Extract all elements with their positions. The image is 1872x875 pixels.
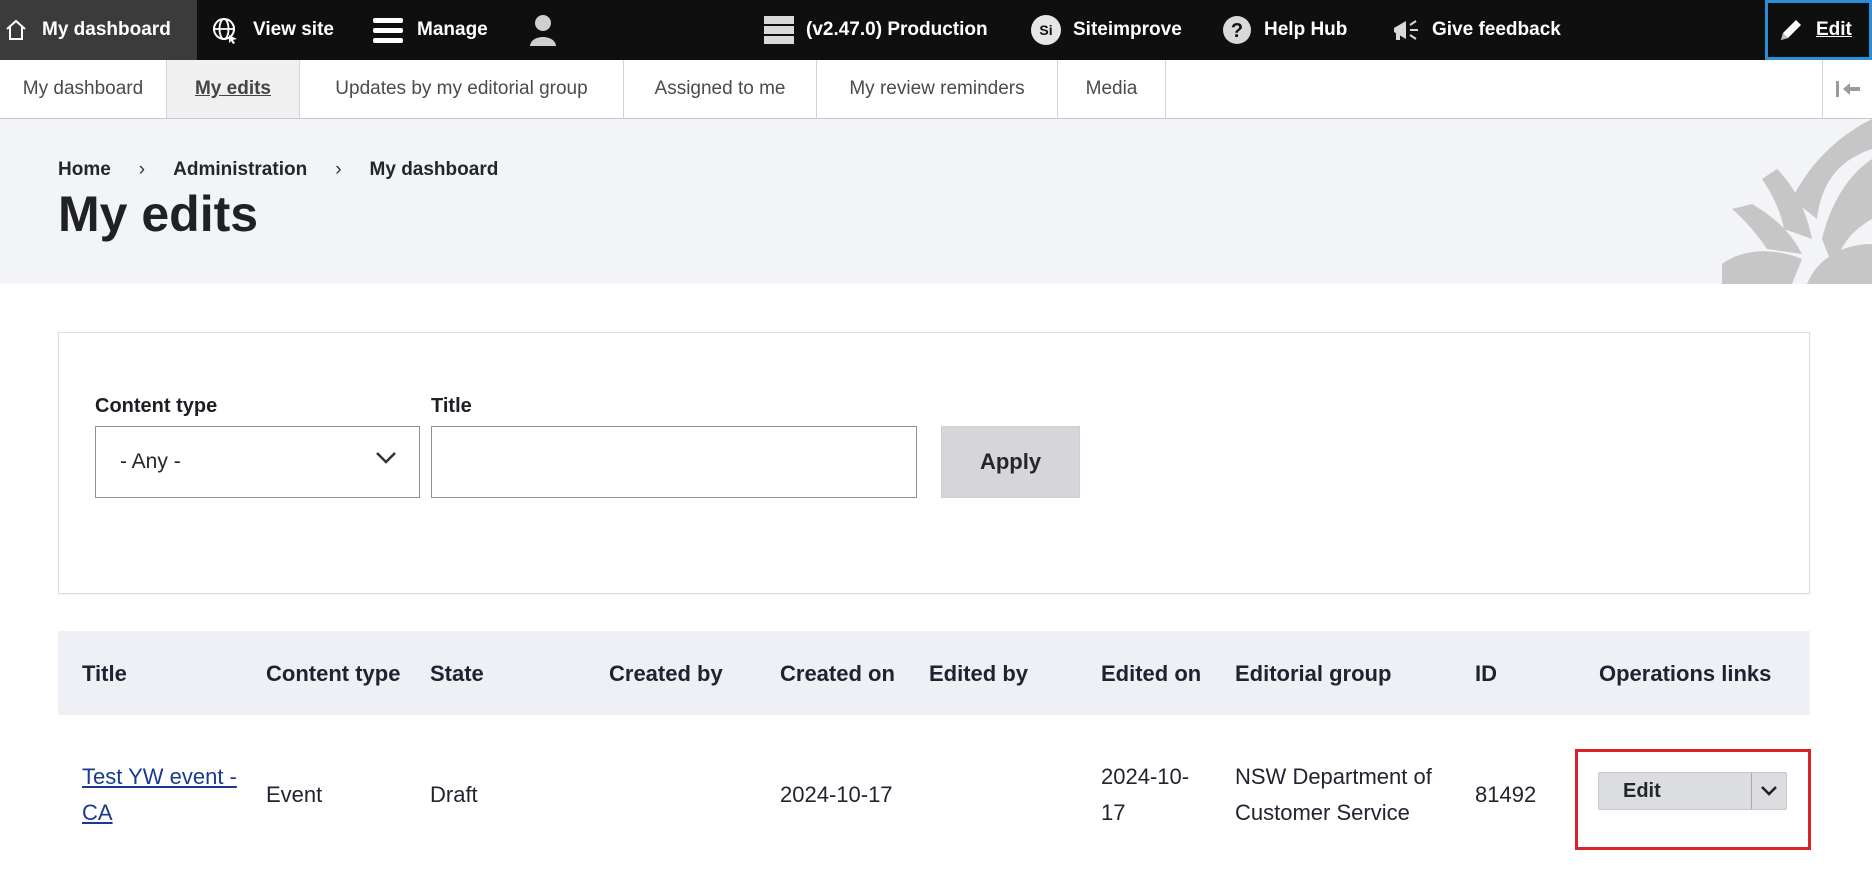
cell-edited-by bbox=[929, 715, 1089, 875]
server-icon bbox=[764, 16, 794, 44]
toolbar-give-feedback[interactable]: Give feedback bbox=[1392, 0, 1561, 60]
cell-created-by bbox=[609, 715, 739, 875]
toolbar-environment-label: (v2.47.0) Production bbox=[806, 19, 988, 40]
toolbar-user[interactable] bbox=[528, 0, 558, 60]
breadcrumb-administration[interactable]: Administration bbox=[173, 159, 307, 181]
chevron-down-icon bbox=[376, 452, 396, 464]
cell-content-type: Event bbox=[266, 782, 323, 807]
tray-collapse-button[interactable] bbox=[1822, 60, 1872, 118]
table-header-row: Title Content type State Created by Crea… bbox=[58, 631, 1810, 715]
cell-editorial-group: NSW Department of Customer Service bbox=[1235, 764, 1432, 825]
toolbar-siteimprove-label: Siteimprove bbox=[1073, 19, 1182, 40]
toolbar-environment[interactable]: (v2.47.0) Production bbox=[764, 0, 988, 60]
page-header: Home › Administration › My dashboard My … bbox=[0, 119, 1872, 284]
toolbar-manage-label: Manage bbox=[417, 19, 488, 40]
column-header-state[interactable]: State bbox=[430, 631, 590, 715]
toolbar-help-hub-label: Help Hub bbox=[1264, 19, 1348, 40]
edit-operation-button[interactable]: Edit bbox=[1599, 773, 1752, 809]
cell-id: 81492 bbox=[1475, 782, 1537, 807]
toolbar-my-dashboard[interactable]: My dashboard bbox=[0, 0, 197, 60]
column-header-content-type[interactable]: Content type bbox=[266, 631, 416, 715]
toolbar-give-feedback-label: Give feedback bbox=[1432, 19, 1561, 40]
toolbar-tray: My dashboard My edits Updates by my edit… bbox=[0, 60, 1872, 119]
tray-tab-assigned-to-me[interactable]: Assigned to me bbox=[624, 60, 817, 118]
operations-dropbutton: Edit bbox=[1598, 772, 1787, 810]
column-header-edited-by[interactable]: Edited by bbox=[929, 631, 1089, 715]
tray-tab-my-edits[interactable]: My edits bbox=[167, 60, 300, 118]
toolbar-siteimprove[interactable]: Si Siteimprove bbox=[1031, 0, 1182, 60]
column-header-edited-on[interactable]: Edited on bbox=[1101, 631, 1211, 715]
tray-tab-editorial-group-updates[interactable]: Updates by my editorial group bbox=[300, 60, 624, 118]
toolbar-edit-label: Edit bbox=[1816, 19, 1852, 40]
exposed-filters-form: Content type - Any - Title Apply bbox=[58, 332, 1810, 594]
admin-toolbar: My dashboard View site Manage (v2.47.0) … bbox=[0, 0, 1872, 60]
megaphone-icon bbox=[1394, 20, 1418, 40]
column-header-created-by[interactable]: Created by bbox=[609, 631, 739, 715]
toolbar-view-site-label: View site bbox=[253, 19, 334, 40]
globe-icon bbox=[213, 18, 237, 44]
siteimprove-icon: Si bbox=[1031, 15, 1061, 45]
column-header-operations: Operations links bbox=[1599, 660, 1772, 686]
breadcrumb-my-dashboard[interactable]: My dashboard bbox=[370, 159, 499, 181]
tray-tab-my-dashboard[interactable]: My dashboard bbox=[0, 60, 167, 118]
content-title-link[interactable]: Test YW event - CA bbox=[82, 759, 252, 831]
content-type-selected-value: - Any - bbox=[120, 450, 181, 473]
tray-tab-media[interactable]: Media bbox=[1058, 60, 1166, 118]
svg-text:?: ? bbox=[1231, 20, 1243, 42]
waratah-logo-icon bbox=[1722, 119, 1872, 284]
cell-title: Test YW event - CA bbox=[82, 715, 252, 875]
title-filter-input[interactable] bbox=[431, 426, 917, 498]
toolbar-help-hub[interactable]: ? Help Hub bbox=[1222, 0, 1347, 60]
breadcrumb: Home › Administration › My dashboard bbox=[58, 159, 498, 181]
home-icon bbox=[6, 19, 26, 40]
toolbar-manage[interactable]: Manage bbox=[373, 0, 488, 60]
content-type-label: Content type bbox=[95, 395, 218, 417]
toolbar-my-dashboard-label: My dashboard bbox=[42, 19, 171, 40]
cell-edited-on: 2024-10-17 bbox=[1101, 764, 1190, 825]
breadcrumb-separator-icon: › bbox=[335, 159, 342, 180]
column-header-created-on[interactable]: Created on bbox=[780, 631, 920, 715]
tray-tab-review-reminders[interactable]: My review reminders bbox=[817, 60, 1058, 118]
table-row: Test YW event - CA Event Draft 2024-10-1… bbox=[58, 715, 1811, 875]
collapse-left-icon bbox=[1835, 81, 1860, 97]
content-type-select[interactable]: - Any - bbox=[95, 426, 420, 498]
breadcrumb-home[interactable]: Home bbox=[58, 159, 111, 181]
cell-created-on: 2024-10-17 bbox=[780, 782, 893, 807]
user-icon bbox=[530, 15, 556, 46]
toolbar-edit-button[interactable]: Edit bbox=[1765, 0, 1872, 60]
column-header-editorial-group[interactable]: Editorial group bbox=[1235, 631, 1445, 715]
pencil-icon bbox=[1781, 20, 1801, 40]
dropbutton-toggle[interactable] bbox=[1752, 773, 1786, 809]
toolbar-view-site[interactable]: View site bbox=[211, 0, 334, 60]
page-title: My edits bbox=[58, 186, 259, 242]
menu-icon bbox=[373, 18, 403, 43]
column-header-title[interactable]: Title bbox=[82, 631, 252, 715]
column-header-id[interactable]: ID bbox=[1475, 631, 1575, 715]
breadcrumb-separator-icon: › bbox=[138, 159, 146, 180]
title-filter-label: Title bbox=[431, 395, 472, 417]
apply-button[interactable]: Apply bbox=[941, 426, 1080, 498]
chevron-down-icon bbox=[1761, 786, 1777, 796]
question-circle-icon: ? bbox=[1223, 16, 1251, 44]
cell-state: Draft bbox=[430, 782, 478, 807]
